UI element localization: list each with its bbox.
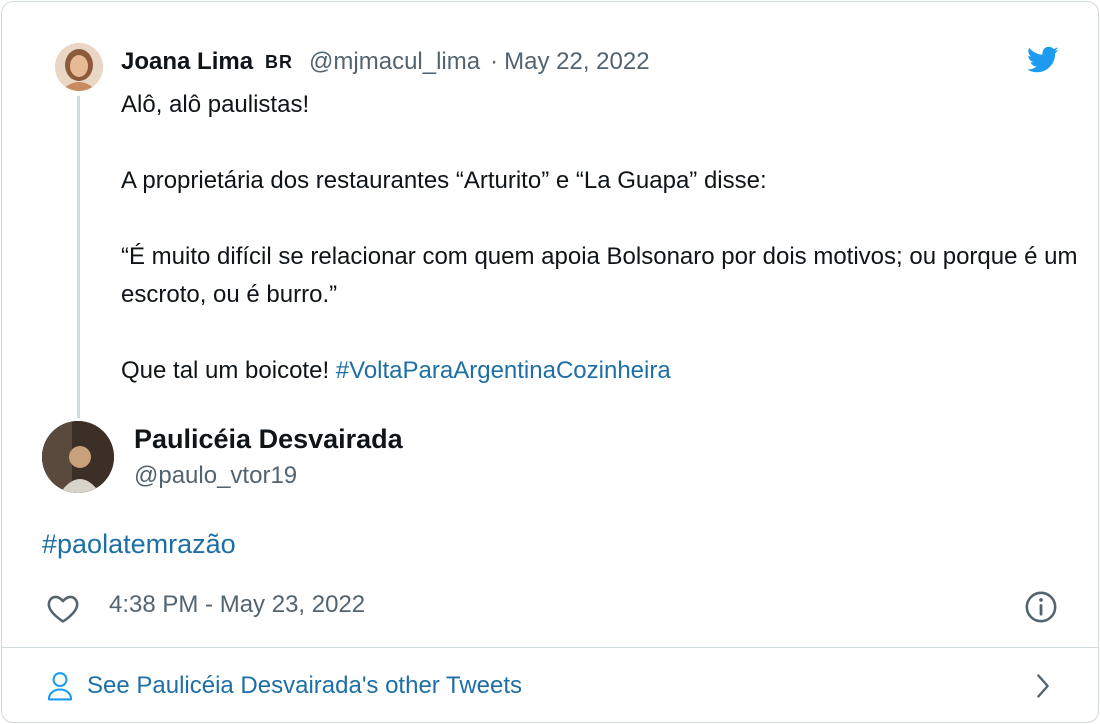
quoted-author-name[interactable]: Joana Lima [121,48,253,76]
see-other-tweets-label: See Paulicéia Desvairada's other Tweets [87,672,523,699]
quoted-line-boycott: Que tal um boicote! #VoltaParaArgentinaC… [121,352,1081,390]
quoted-tweet-body: Alô, alô paulistas! A proprietária dos r… [121,86,1081,390]
quoted-tweet-header: Joana Lima BR @mjmacul_lima · May 22, 20… [121,46,650,78]
quoted-author-handle[interactable]: @mjmacul_lima [309,48,480,76]
quoted-line-greeting: Alô, alô paulistas! [121,91,310,118]
person-icon [47,672,73,701]
hashtag-link[interactable]: #VoltaParaArgentinaCozinheira [336,357,671,384]
tweet-timestamp[interactable]: 4:38 PM - May 23, 2022 [109,591,365,619]
thread-connector-line [77,96,80,418]
heart-icon[interactable] [46,592,80,624]
profile-photo-icon [55,43,103,91]
reply-hashtag-link[interactable]: #paolatemrazão [42,529,236,560]
reply-author-handle[interactable]: @paulo_vtor19 [134,462,297,490]
twitter-bird-icon[interactable] [1027,46,1059,74]
boycott-text: Que tal um boicote! [121,357,330,384]
country-badge: BR [265,51,294,72]
header-separator: · [490,48,499,75]
quoted-author-avatar[interactable] [55,43,103,91]
quoted-tweet-date[interactable]: May 22, 2022 [504,48,649,76]
quoted-line-owner: A proprietária dos restaurantes “Arturit… [121,167,767,194]
profile-photo-icon [42,421,114,493]
tweet-embed-card: Joana Lima BR @mjmacul_lima · May 22, 20… [1,1,1099,723]
reply-author-avatar[interactable] [42,421,114,493]
chevron-right-icon [1037,674,1049,698]
see-other-tweets-link[interactable]: See Paulicéia Desvairada's other Tweets [2,648,1098,722]
quoted-line-quote: “É muito difícil se relacionar com quem … [121,243,1078,308]
info-icon[interactable] [1024,590,1058,624]
reply-author-name[interactable]: Paulicéia Desvairada [134,424,403,455]
